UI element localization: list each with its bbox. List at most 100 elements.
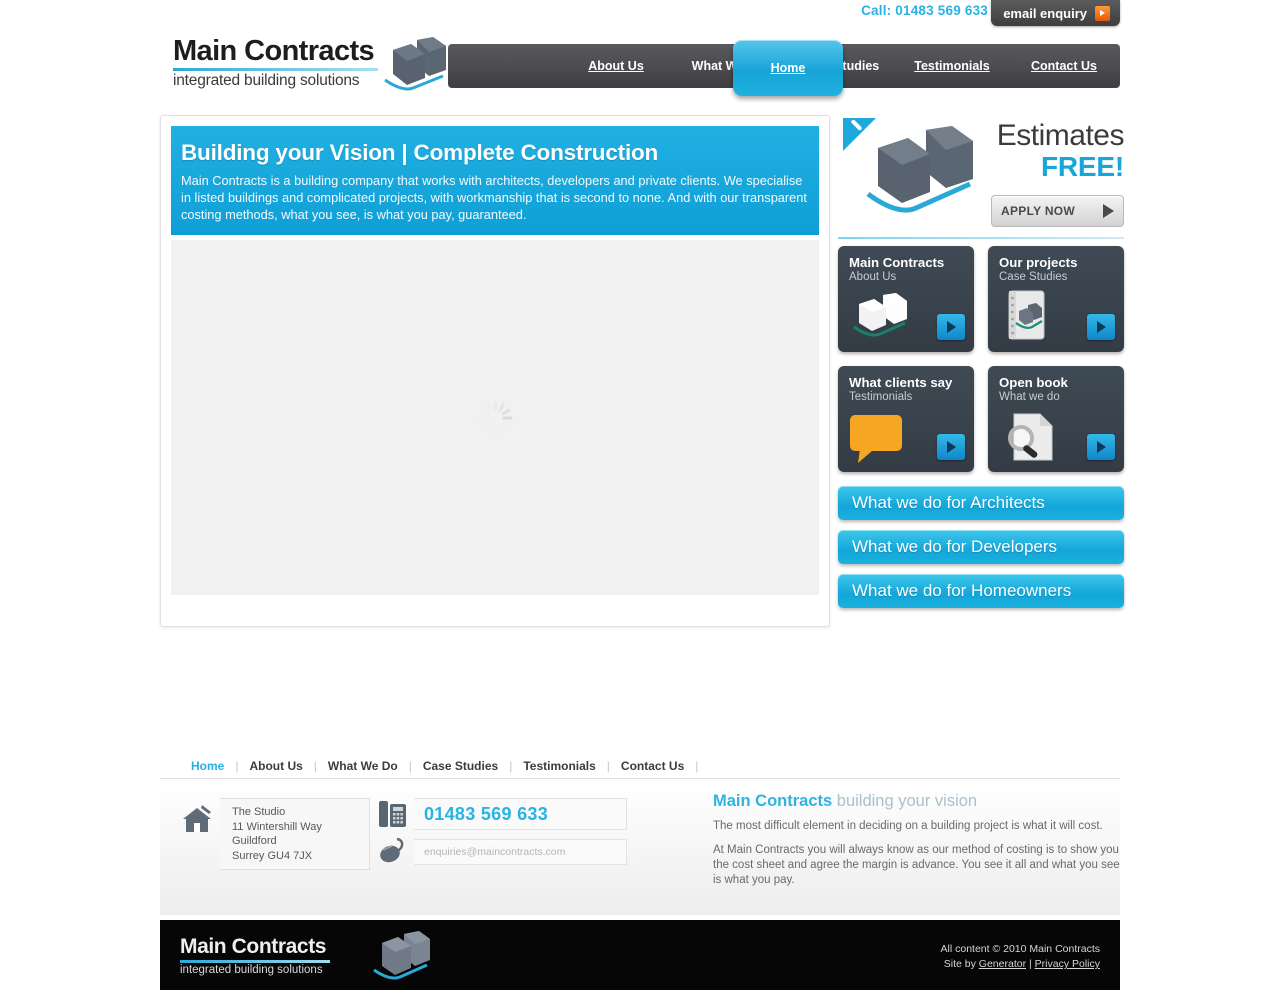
site-logo[interactable]: Main Contracts integrated building solut…: [170, 34, 446, 96]
footer-logo-rule: [180, 960, 330, 963]
phone-number: 01483 569 633: [414, 798, 627, 830]
footer-nav-sep: |: [695, 758, 699, 773]
tile-subtitle: Testimonials: [849, 391, 913, 403]
blurb-paragraph-1: The most difficult element in deciding o…: [713, 820, 1103, 832]
tile-case-studies[interactable]: Our projects Case Studies: [988, 246, 1124, 352]
tile-play-icon: [937, 434, 965, 460]
footer-logo[interactable]: Main Contracts integrated building solut…: [180, 931, 430, 980]
logo-rule: [173, 68, 378, 71]
footer-credits: All content © 2010 Main Contracts Site b…: [941, 942, 1100, 972]
cta-developers[interactable]: What we do for Developers: [838, 530, 1124, 564]
blurb-title: Main Contracts building your vision: [713, 792, 1123, 811]
hero-banner: Building your Vision | Complete Construc…: [171, 126, 819, 235]
contact-block: 01483 569 633 enquiries@maincontracts.co…: [378, 798, 627, 868]
houses-icon: [373, 36, 448, 99]
footer-bar: Main Contracts integrated building solut…: [160, 920, 1120, 990]
house-icon: [180, 803, 214, 837]
footer-nav-case-studies[interactable]: Case Studies: [412, 759, 509, 773]
sidebar: Estimates FREE! APPLY NOW Main Contracts…: [838, 110, 1125, 608]
footer-nav-contact-us[interactable]: Contact Us: [610, 759, 695, 773]
blurb-title-strong: Main Contracts: [713, 792, 833, 810]
loading-spinner-icon: [478, 400, 512, 435]
cta-label: What we do for Homeowners: [852, 581, 1072, 600]
footer-site-by-prefix: Site by: [943, 958, 979, 970]
nav-item-contact-us[interactable]: Contact Us: [1008, 59, 1120, 73]
tile-title: Our projects: [999, 255, 1078, 270]
nav-link-home: Home: [770, 61, 806, 75]
main-content-panel: Building your Vision | Complete Construc…: [160, 115, 830, 627]
tile-subtitle: Case Studies: [999, 271, 1068, 283]
footer-divider: |: [1026, 958, 1035, 970]
nav-item-testimonials[interactable]: Testimonials: [896, 59, 1008, 73]
speech-bubble-icon: [848, 413, 906, 468]
email-address[interactable]: enquiries@maincontracts.com: [414, 839, 627, 865]
sidebar-tiles: Main Contracts About Us Our projects Cas…: [838, 246, 1124, 472]
estimates-promo: Estimates FREE! APPLY NOW: [838, 110, 1125, 235]
hero-heading: Building your Vision | Complete Construc…: [181, 140, 659, 165]
footer-blurb: Main Contracts building your vision The …: [713, 792, 1123, 897]
nav-item-home-active[interactable]: Home: [733, 40, 843, 96]
footer-nav-what-we-do[interactable]: What We Do: [317, 759, 409, 773]
address-block: The Studio 11 Wintershill Way Guildford …: [180, 798, 370, 870]
tile-testimonials[interactable]: What clients say Testimonials: [838, 366, 974, 472]
estimates-line2: FREE!: [1040, 151, 1124, 182]
footer-nav-home[interactable]: Home: [180, 759, 235, 773]
media-stage: [171, 240, 819, 595]
tile-play-icon: [1087, 314, 1115, 340]
footer-info: The Studio 11 Wintershill Way Guildford …: [160, 780, 1120, 915]
cta-homeowners[interactable]: What we do for Homeowners: [838, 574, 1124, 608]
tile-title: Main Contracts: [849, 255, 945, 270]
address-line-3: Guildford: [232, 835, 277, 847]
page-container: Call: 01483 569 633 email enquiry Main C…: [160, 0, 1125, 990]
cta-label: What we do for Architects: [852, 493, 1045, 512]
main-navigation: About Us What We Do Case Studies Testimo…: [448, 40, 1120, 96]
address-line-4: Surrey GU4 7JX: [232, 849, 313, 862]
tile-about-us[interactable]: Main Contracts About Us: [838, 246, 974, 352]
apply-now-button[interactable]: APPLY NOW: [991, 195, 1124, 227]
apply-arrow-icon: [1103, 204, 1114, 218]
blurb-title-rest: building your vision: [832, 792, 978, 810]
footer-privacy-link[interactable]: Privacy Policy: [1035, 958, 1100, 970]
orange-play-icon: [1095, 5, 1110, 21]
phone-icon: [378, 798, 408, 830]
cta-architects[interactable]: What we do for Architects: [838, 486, 1124, 520]
footer-generator-link[interactable]: Generator: [979, 958, 1026, 970]
top-bar: Call: 01483 569 633 email enquiry: [160, 0, 1120, 30]
nav-link-about-us[interactable]: About Us: [560, 59, 672, 73]
call-phone-text: Call: 01483 569 633: [861, 3, 988, 18]
magnifier-document-icon: [1002, 411, 1056, 468]
tile-subtitle: About Us: [849, 271, 897, 283]
footer-nav-about-us[interactable]: About Us: [238, 759, 313, 773]
sidebar-cta-list: What we do for Architects What we do for…: [838, 486, 1124, 608]
tile-play-icon: [937, 314, 965, 340]
nav-link-contact-us[interactable]: Contact Us: [1008, 59, 1120, 73]
footer-site-by: Site by Generator | Privacy Policy: [941, 957, 1100, 972]
estimates-text: Estimates FREE!: [949, 119, 1125, 182]
footer-navigation: Home | About Us | What We Do | Case Studies…: [160, 753, 1120, 779]
tile-play-icon: [1087, 434, 1115, 460]
houses-icon: [850, 291, 910, 344]
footer-houses-icon: [364, 930, 432, 989]
email-enquiry-label: email enquiry: [1003, 5, 1087, 21]
email-enquiry-button[interactable]: email enquiry: [991, 0, 1120, 26]
blurb-paragraph-2: At Main Contracts you will always know a…: [713, 844, 1120, 886]
footer-copyright: All content © 2010 Main Contracts: [940, 943, 1100, 955]
notebook-icon: [1004, 289, 1048, 346]
tile-what-we-do[interactable]: Open book What we do: [988, 366, 1124, 472]
estimates-divider: [838, 237, 1124, 239]
apply-now-label: APPLY NOW: [1001, 204, 1076, 218]
tile-title: What clients say: [849, 375, 953, 390]
cta-label: What we do for Developers: [852, 537, 1058, 556]
estimates-line1: Estimates: [996, 119, 1125, 152]
site-header: Main Contracts integrated building solut…: [160, 30, 1120, 96]
email-row: enquiries@maincontracts.com: [378, 836, 627, 868]
address-line-2: 11 Wintershill Way: [232, 820, 322, 833]
mouse-icon: [378, 836, 408, 868]
address-text: The Studio 11 Wintershill Way Guildford …: [220, 798, 370, 870]
nav-link-testimonials[interactable]: Testimonials: [896, 59, 1008, 73]
tile-subtitle: What we do: [999, 391, 1060, 403]
footer-nav-testimonials[interactable]: Testimonials: [512, 759, 606, 773]
address-line-1: The Studio: [232, 806, 286, 818]
nav-item-about-us[interactable]: About Us: [560, 59, 672, 73]
tile-title: Open book: [999, 375, 1068, 390]
